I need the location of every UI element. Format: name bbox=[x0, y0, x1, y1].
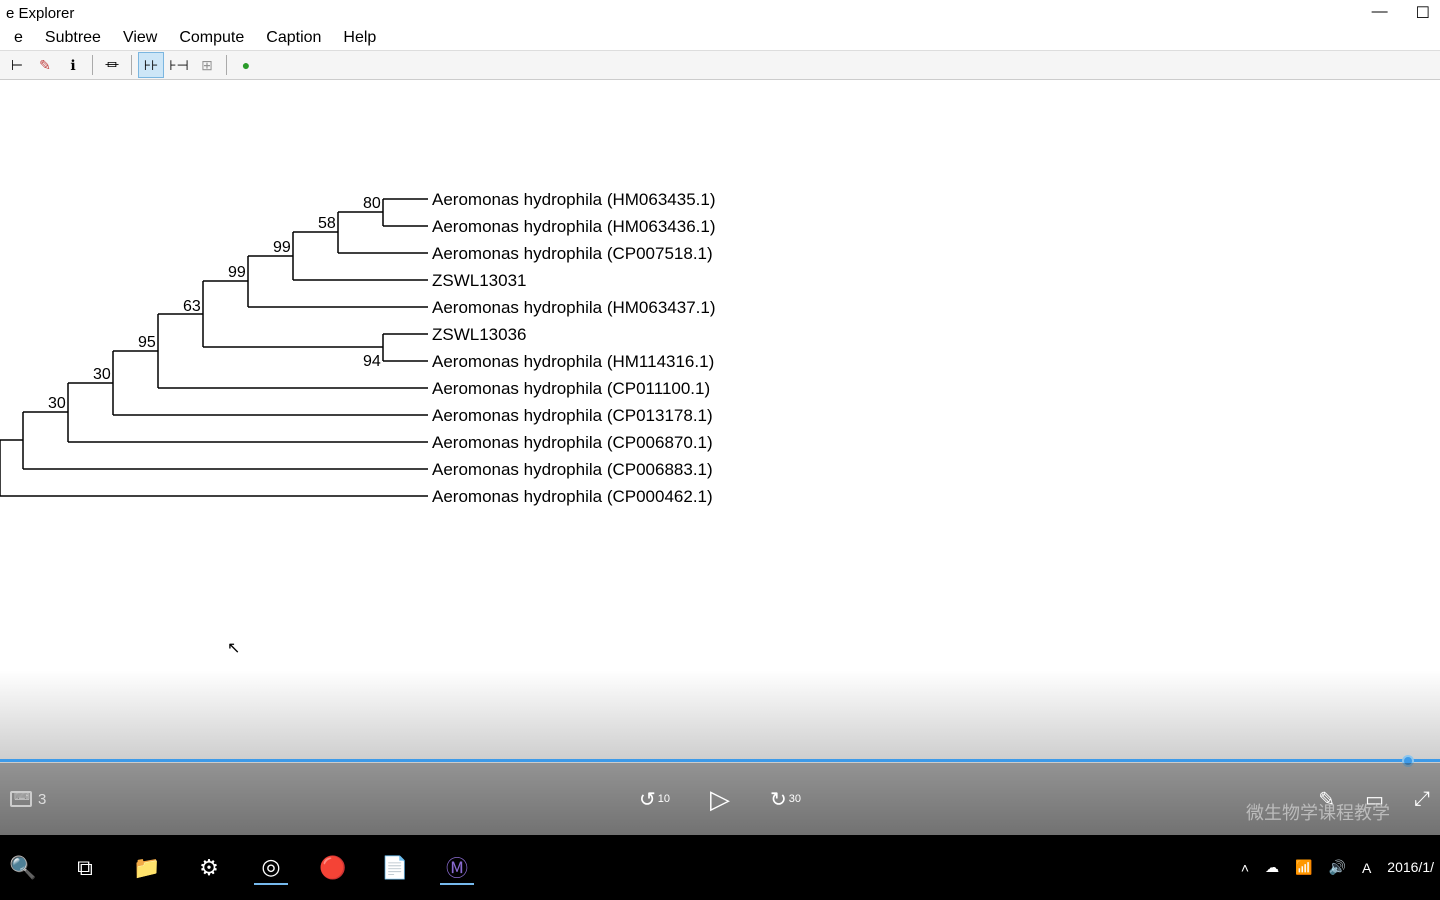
taxon-label[interactable]: Aeromonas hydrophila (CP006870.1) bbox=[432, 433, 713, 453]
notes-icon[interactable]: 📄 bbox=[378, 851, 412, 885]
info-icon[interactable]: ℹ bbox=[60, 52, 86, 78]
window-title: e Explorer bbox=[6, 5, 74, 22]
bootstrap-value: 99 bbox=[228, 264, 246, 282]
taskbar: 🔍 ⧉ 📁 ⚙ ◎ 🔴 📄 Ⓜ ˄ ☁ 📶 🔊 A 2016/1/ bbox=[0, 835, 1440, 900]
taxon-label[interactable]: ZSWL13036 bbox=[432, 325, 527, 345]
mega-icon[interactable]: Ⓜ bbox=[440, 851, 474, 885]
bootstrap-value: 30 bbox=[93, 366, 111, 384]
media-icon[interactable]: 🔴 bbox=[316, 851, 350, 885]
window-controls: — ☐ bbox=[1372, 3, 1434, 23]
subtitle-icon[interactable] bbox=[10, 791, 32, 807]
menu-item-view[interactable]: View bbox=[113, 27, 167, 49]
tray-ime-icon[interactable]: A bbox=[1362, 860, 1371, 876]
menu-item-compute[interactable]: Compute bbox=[169, 27, 254, 49]
toolbar-sep bbox=[92, 55, 93, 75]
tray-sound-icon[interactable]: 🔊 bbox=[1329, 859, 1346, 876]
taxon-label[interactable]: ZSWL13031 bbox=[432, 271, 527, 291]
tree-svg bbox=[0, 80, 1440, 700]
toolbar: ⊢ ✎ ℹ ⏛ ⊦⊦ ⊦⊣ ⊞ ● bbox=[0, 50, 1440, 80]
taxon-label[interactable]: Aeromonas hydrophila (CP011100.1) bbox=[432, 379, 710, 399]
settings-icon[interactable]: ⚙ bbox=[192, 851, 226, 885]
task-view-icon[interactable]: ⧉ bbox=[68, 851, 102, 885]
edit-icon[interactable]: ✎ bbox=[1318, 787, 1335, 812]
collapse-icon[interactable]: ⤢ bbox=[1414, 788, 1430, 811]
bootstrap-value: 58 bbox=[318, 215, 336, 233]
rewind-button[interactable]: ↺10 bbox=[639, 787, 670, 812]
status-ok-icon[interactable]: ● bbox=[233, 52, 259, 78]
taxon-label[interactable]: Aeromonas hydrophila (HM063435.1) bbox=[432, 190, 716, 210]
menu-item-0[interactable]: e bbox=[4, 27, 33, 49]
tree-topology-icon[interactable]: ⊢ bbox=[4, 52, 30, 78]
menu-item-caption[interactable]: Caption bbox=[256, 27, 331, 49]
toolbar-sep bbox=[131, 55, 132, 75]
bootstrap-value: 95 bbox=[138, 334, 156, 352]
taxon-label[interactable]: Aeromonas hydrophila (HM114316.1) bbox=[432, 352, 714, 372]
tree-canvas: Aeromonas hydrophila (HM063435.1) Aeromon… bbox=[0, 80, 1440, 700]
play-button[interactable]: ▷ bbox=[710, 784, 730, 815]
tray-cloud-icon[interactable]: ☁ bbox=[1265, 859, 1279, 876]
bootstrap-value: 80 bbox=[363, 195, 381, 213]
taxon-label[interactable]: Aeromonas hydrophila (HM063437.1) bbox=[432, 298, 716, 318]
maximize-icon[interactable]: ☐ bbox=[1416, 3, 1430, 23]
bootstrap-value: 63 bbox=[183, 298, 201, 316]
display-icon[interactable]: ▭ bbox=[1365, 787, 1384, 812]
search-icon[interactable]: 🔍 bbox=[6, 851, 40, 885]
taxon-label[interactable]: Aeromonas hydrophila (HM063436.1) bbox=[432, 217, 716, 237]
taxon-label[interactable]: Aeromonas hydrophila (CP013178.1) bbox=[432, 406, 713, 426]
bootstrap-value: 99 bbox=[273, 239, 291, 257]
traditional-icon[interactable]: ⊦⊣ bbox=[166, 52, 192, 78]
taxon-label[interactable]: Aeromonas hydrophila (CP006883.1) bbox=[432, 460, 713, 480]
menu-item-subtree[interactable]: Subtree bbox=[35, 27, 111, 49]
tray-wifi-icon[interactable]: 📶 bbox=[1295, 859, 1312, 876]
time-remaining: 3 bbox=[38, 791, 46, 808]
forward-button[interactable]: ↻30 bbox=[770, 787, 801, 812]
taxon-label[interactable]: Aeromonas hydrophila (CP000462.1) bbox=[432, 487, 713, 507]
tray-up-icon[interactable]: ˄ bbox=[1241, 860, 1249, 876]
topology-only-icon[interactable]: ⊦⊦ bbox=[138, 52, 164, 78]
taxon-label[interactable]: Aeromonas hydrophila (CP007518.1) bbox=[432, 244, 713, 264]
autosize-icon[interactable]: ⊞ bbox=[194, 52, 220, 78]
progress-bar[interactable] bbox=[0, 759, 1440, 762]
bootstrap-value: 30 bbox=[48, 395, 66, 413]
chrome-icon[interactable]: ◎ bbox=[254, 851, 288, 885]
toolbar-sep bbox=[226, 55, 227, 75]
player-controls: 3 ↺10 ▷ ↻30 ✎ ▭ ⤢ bbox=[0, 763, 1440, 835]
menubar: e Subtree View Compute Caption Help bbox=[0, 26, 1440, 50]
tray-clock[interactable]: 2016/1/ bbox=[1387, 860, 1434, 875]
file-explorer-icon[interactable]: 📁 bbox=[130, 851, 164, 885]
menu-item-help[interactable]: Help bbox=[333, 27, 386, 49]
rectangular-icon[interactable]: ⏛ bbox=[99, 52, 125, 78]
titlebar: e Explorer — ☐ bbox=[0, 0, 1440, 26]
bootstrap-value: 94 bbox=[363, 353, 381, 371]
system-tray: ˄ ☁ 📶 🔊 A 2016/1/ bbox=[1241, 835, 1434, 900]
tree-style-icon[interactable]: ✎ bbox=[32, 52, 58, 78]
minimize-icon[interactable]: — bbox=[1372, 3, 1388, 23]
